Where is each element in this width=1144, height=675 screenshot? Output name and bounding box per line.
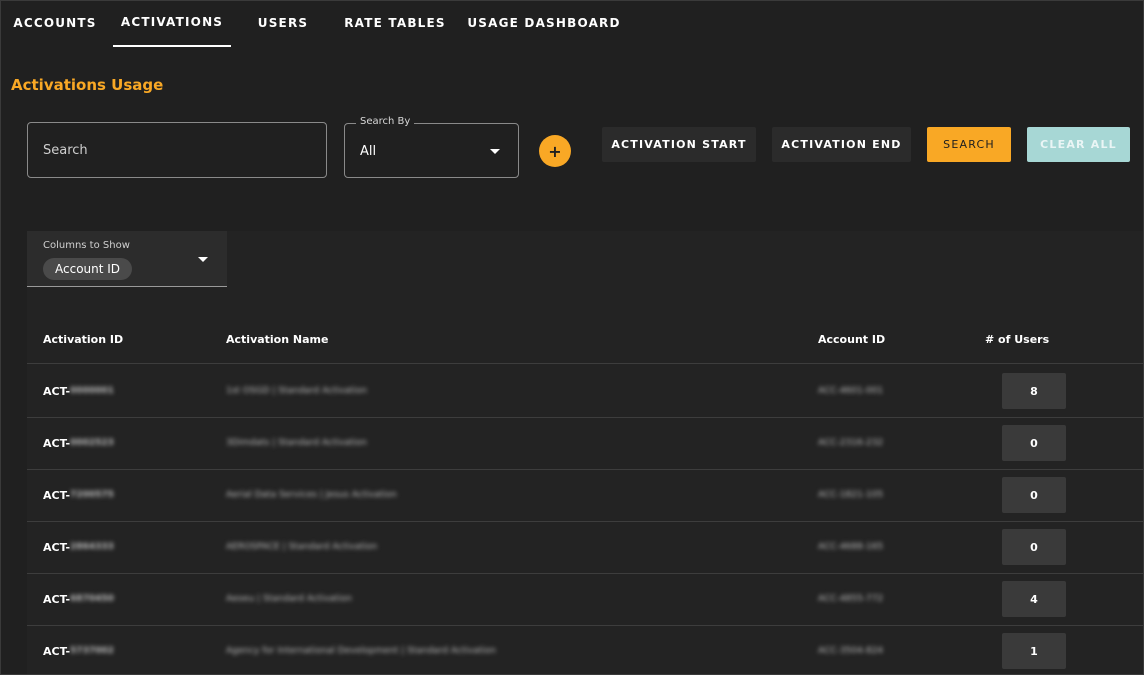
user-count-badge[interactable]: 1 — [1002, 633, 1066, 669]
chevron-down-icon — [198, 257, 208, 262]
column-chip[interactable]: Account ID — [43, 258, 133, 280]
user-count-badge[interactable]: 0 — [1002, 477, 1066, 513]
activation-end-button[interactable]: ACTIVATION END — [772, 127, 911, 162]
header-account-id[interactable]: Account ID — [818, 315, 885, 363]
activation-name-cell: Agency for International Development | S… — [226, 646, 496, 656]
activation-id-cell: ACT- 5737002 — [43, 625, 114, 674]
activation-id-redacted: 6870450 — [70, 594, 114, 604]
search-by-select[interactable]: Search By All — [344, 116, 519, 178]
account-id-cell: ACC-4601-001 — [818, 386, 884, 396]
table-row[interactable]: ACT- 0002523 3Dimdats | Standard Activati… — [27, 417, 1143, 470]
activation-id-prefix: ACT- — [43, 540, 71, 554]
account-id-cell: ACC-4855-772 — [818, 594, 884, 604]
activation-id-cell: ACT- 6870450 — [43, 573, 114, 625]
search-input[interactable] — [28, 123, 326, 177]
account-id-cell: ACC-1821-105 — [818, 490, 884, 500]
activation-id-redacted: 0000001 — [70, 386, 114, 396]
search-field[interactable] — [27, 122, 327, 178]
account-id-cell: ACC-3504-824 — [818, 646, 884, 656]
activation-id-cell: ACT- 2864333 — [43, 521, 114, 573]
activation-id-cell: ACT- 0000001 — [43, 365, 114, 417]
tab-usage-dashboard[interactable]: USAGE DASHBOARD — [467, 1, 621, 47]
search-by-label: Search By — [356, 116, 415, 127]
app-frame: ACCOUNTS ACTIVATIONS USERS RATE TABLES U… — [0, 0, 1144, 675]
account-id-cell: ACC-2316-232 — [818, 438, 884, 448]
activation-name-cell: 3Dimdats | Standard Activation — [226, 438, 367, 448]
activation-name-cell: 1st OSGD | Standard Activation — [226, 386, 368, 396]
activation-name-cell: Aerial Data Services | Jesus Activation — [226, 490, 397, 500]
table-row[interactable]: ACT- 6870450 Aeoeu | Standard Activation … — [27, 573, 1143, 626]
activation-id-redacted: 7200575 — [70, 490, 114, 500]
activation-id-redacted: 0002523 — [70, 438, 114, 448]
header-activation-name[interactable]: Activation Name — [226, 315, 328, 363]
table-header: Activation ID Activation Name Account ID… — [27, 315, 1143, 364]
columns-to-show-select[interactable]: Columns to Show Account ID — [27, 231, 227, 287]
activation-start-button[interactable]: ACTIVATION START — [602, 127, 756, 162]
activations-table-panel: Columns to Show Account ID Activation ID… — [27, 231, 1143, 674]
table-row[interactable]: ACT- 2864333 AEROSPACE | Standard Activat… — [27, 521, 1143, 574]
clear-all-button[interactable]: CLEAR ALL — [1027, 127, 1130, 162]
activation-name-cell: AEROSPACE | Standard Activation — [226, 542, 378, 552]
activation-id-cell: ACT- 0002523 — [43, 417, 114, 469]
activation-id-prefix: ACT- — [43, 592, 71, 606]
user-count-badge[interactable]: 8 — [1002, 373, 1066, 409]
table-row[interactable]: ACT- 7200575 Aerial Data Services | Jesus… — [27, 469, 1143, 522]
activation-id-prefix: ACT- — [43, 644, 71, 658]
tab-accounts[interactable]: ACCOUNTS — [1, 1, 109, 47]
tab-users[interactable]: USERS — [247, 1, 319, 47]
table-row[interactable]: ACT- 0000001 1st OSGD | Standard Activati… — [27, 365, 1143, 418]
user-count-badge[interactable]: 0 — [1002, 529, 1066, 565]
header-num-users[interactable]: # of Users — [985, 315, 1049, 363]
add-filter-button[interactable]: + — [539, 135, 571, 167]
activation-id-cell: ACT- 7200575 — [43, 469, 114, 521]
activation-id-prefix: ACT- — [43, 384, 71, 398]
activation-name-cell: Aeoeu | Standard Activation — [226, 594, 352, 604]
account-id-cell: ACC-4688-165 — [818, 542, 884, 552]
table-row[interactable]: ACT- 5737002 Agency for International Dev… — [27, 625, 1143, 674]
activation-id-prefix: ACT- — [43, 488, 71, 502]
tab-activations[interactable]: ACTIVATIONS — [113, 1, 231, 47]
activation-id-redacted: 5737002 — [70, 646, 114, 656]
columns-to-show-label: Columns to Show — [43, 240, 130, 251]
search-by-value: All — [360, 144, 377, 159]
user-count-badge[interactable]: 0 — [1002, 425, 1066, 461]
activation-id-redacted: 2864333 — [70, 542, 114, 552]
user-count-badge[interactable]: 4 — [1002, 581, 1066, 617]
activation-id-prefix: ACT- — [43, 436, 71, 450]
header-activation-id[interactable]: Activation ID — [43, 315, 123, 363]
top-nav: ACCOUNTS ACTIVATIONS USERS RATE TABLES U… — [1, 1, 1143, 47]
tab-rate-tables[interactable]: RATE TABLES — [339, 1, 451, 47]
chevron-down-icon — [490, 149, 500, 154]
search-button[interactable]: SEARCH — [927, 127, 1011, 162]
plus-icon: + — [548, 141, 562, 161]
page-title: Activations Usage — [11, 76, 164, 94]
